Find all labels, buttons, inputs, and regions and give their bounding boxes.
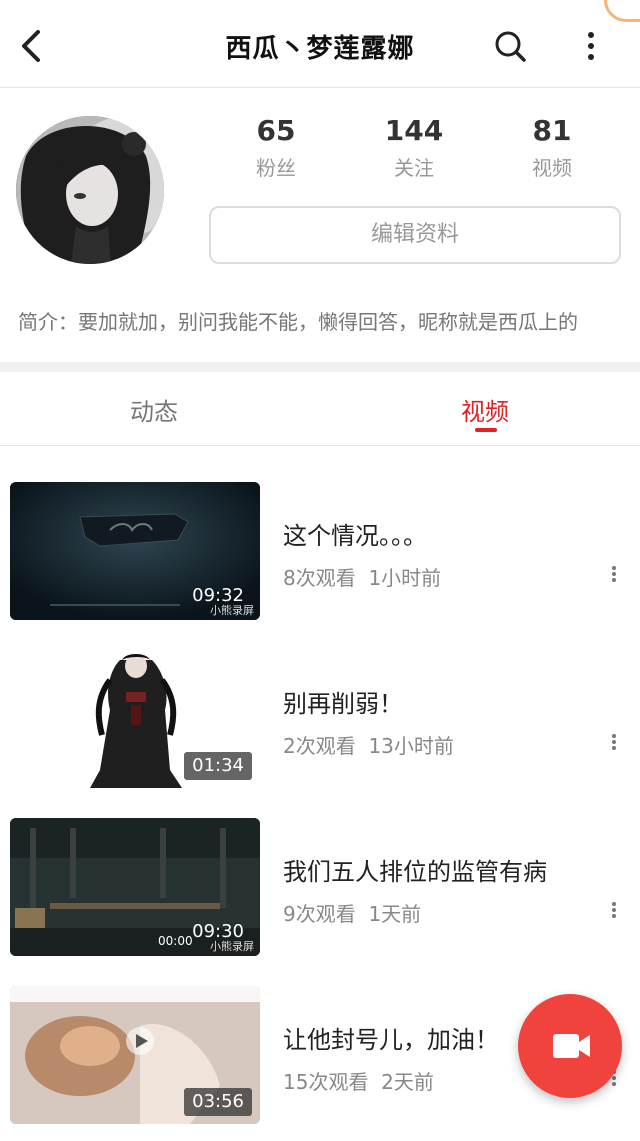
floating-badge[interactable] xyxy=(604,0,640,22)
video-more-button[interactable] xyxy=(604,732,624,758)
video-thumbnail[interactable]: 09:32 小熊录屏 xyxy=(10,482,260,620)
duration-badge: 03:56 xyxy=(184,1088,252,1116)
video-more-button[interactable] xyxy=(604,564,624,590)
stats-row: 65 粉丝 144 关注 81 视频 xyxy=(208,114,622,184)
tab-updates[interactable]: 动态 xyxy=(74,392,234,427)
list-item[interactable]: 00:00 09:30 小熊录屏 我们五人排位的监管有病 9次观看 1天前 xyxy=(0,818,640,958)
content-tabs: 动态 视频 xyxy=(0,372,640,446)
edit-profile-button[interactable]: 编辑资料 xyxy=(209,206,621,264)
video-meta: 2次观看 13小时前 xyxy=(283,730,454,759)
avatar-image xyxy=(16,116,164,264)
stat-following[interactable]: 144 关注 xyxy=(354,114,474,181)
video-more-button[interactable] xyxy=(604,900,624,926)
video-meta: 15次观看 2天前 xyxy=(283,1066,434,1095)
stat-label: 关注 xyxy=(394,156,434,180)
upload-time: 2天前 xyxy=(381,1070,434,1094)
list-item[interactable]: 09:32 小熊录屏 这个情况。。。 8次观看 1小时前 xyxy=(0,482,640,622)
video-title[interactable]: 这个情况。。。 xyxy=(283,516,427,551)
view-count: 2次观看 xyxy=(283,734,356,758)
more-vertical-icon xyxy=(604,734,624,750)
view-count: 15次观看 xyxy=(283,1070,369,1094)
record-video-button[interactable] xyxy=(518,994,622,1098)
stat-fans[interactable]: 65 粉丝 xyxy=(216,114,336,181)
video-camera-icon xyxy=(553,1034,590,1058)
more-vertical-icon xyxy=(604,566,624,582)
duration-badge: 01:34 xyxy=(184,752,252,780)
active-tab-indicator xyxy=(475,428,497,432)
view-count: 8次观看 xyxy=(283,566,356,590)
watermark-label: 小熊录屏 xyxy=(210,604,254,617)
stat-label: 视频 xyxy=(532,156,572,180)
section-divider xyxy=(0,362,640,372)
top-bar: 西瓜丶梦莲露娜 xyxy=(0,0,640,88)
video-thumbnail[interactable]: 01:34 xyxy=(10,650,260,788)
more-vertical-icon xyxy=(588,32,594,60)
search-icon xyxy=(495,31,526,62)
list-item[interactable]: 01:34 别再削弱！ 2次观看 13小时前 xyxy=(0,650,640,790)
page-title: 西瓜丶梦莲露娜 xyxy=(225,34,415,64)
bio-text: 简介：要加就加，别问我能不能，懒得回答，昵称就是西瓜上的 xyxy=(18,310,578,334)
tab-videos[interactable]: 视频 xyxy=(405,392,565,427)
upload-time: 13小时前 xyxy=(368,734,454,758)
video-title[interactable]: 我们五人排位的监管有病 xyxy=(283,852,547,887)
video-meta: 8次观看 1小时前 xyxy=(283,562,441,591)
video-title[interactable]: 让他封号儿，加油！ xyxy=(283,1020,499,1055)
profile-section: 65 粉丝 144 关注 81 视频 编辑资料 简介：要加就加，别问我能不能，懒… xyxy=(0,88,640,362)
video-thumbnail[interactable]: 00:00 09:30 小熊录屏 xyxy=(10,818,260,956)
more-button[interactable] xyxy=(576,26,606,66)
watermark-label: 小熊录屏 xyxy=(210,940,254,953)
search-button[interactable] xyxy=(490,26,530,66)
stat-value: 144 xyxy=(384,114,444,147)
avatar[interactable] xyxy=(16,116,164,264)
view-count: 9次观看 xyxy=(283,902,356,926)
video-meta: 9次观看 1天前 xyxy=(283,898,421,927)
more-vertical-icon xyxy=(604,902,624,918)
video-thumbnail[interactable]: 03:56 xyxy=(10,986,260,1124)
video-title[interactable]: 别再削弱！ xyxy=(283,684,403,719)
upload-time: 1小时前 xyxy=(368,566,442,590)
upload-time: 1天前 xyxy=(368,902,422,926)
stat-videos[interactable]: 81 视频 xyxy=(492,114,612,181)
stat-label: 粉丝 xyxy=(256,156,296,180)
stat-value: 65 xyxy=(256,114,296,147)
stat-value: 81 xyxy=(532,114,572,147)
